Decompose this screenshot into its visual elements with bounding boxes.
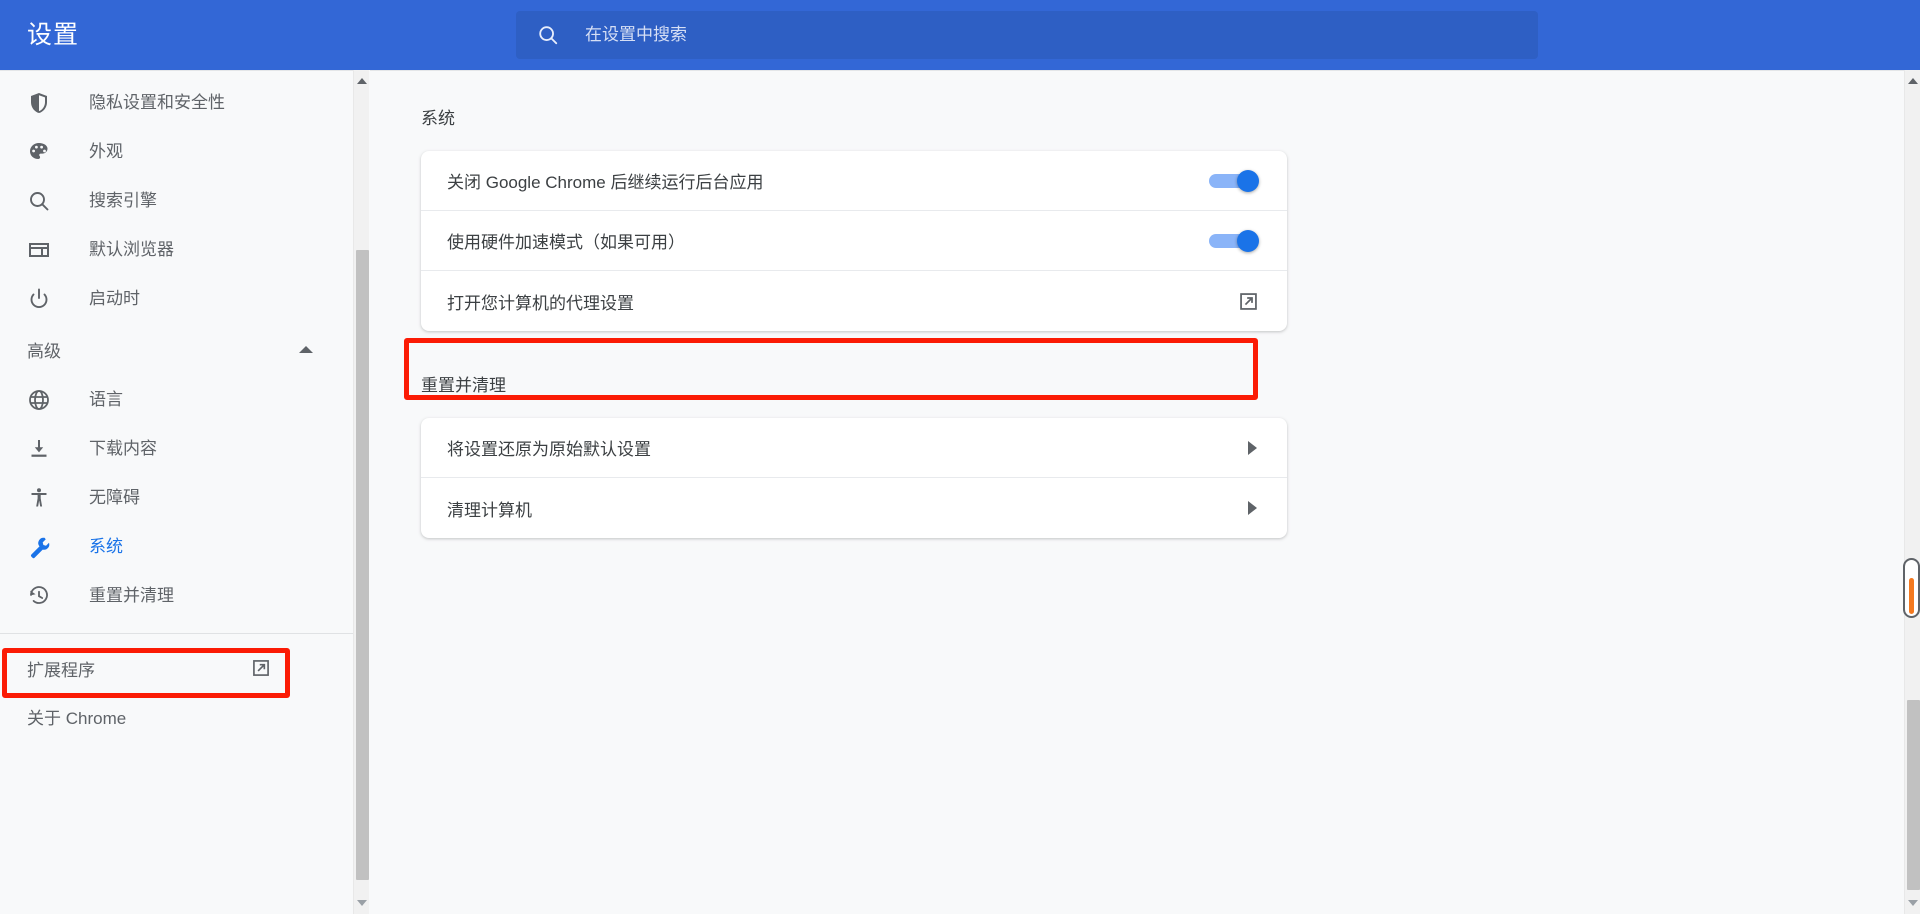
sidebar-item-label: 关于 Chrome — [27, 708, 127, 728]
page-scrollbar[interactable] — [1904, 70, 1920, 914]
sidebar-item-default-browser[interactable]: 默认浏览器 — [0, 225, 353, 274]
sidebar-item-label: 无障碍 — [89, 488, 140, 507]
scroll-down-arrow-icon[interactable] — [1908, 900, 1918, 906]
restore-history-icon — [27, 584, 51, 608]
sidebar-item-appearance[interactable]: 外观 — [0, 127, 353, 176]
row-restore-defaults[interactable]: 将设置还原为原始默认设置 — [421, 418, 1287, 478]
top-bar: 设置 — [0, 0, 1920, 70]
globe-icon — [27, 388, 51, 412]
settings-main-content: 系统 关闭 Google Chrome 后继续运行后台应用 使用硬件加速模式（如… — [370, 70, 1904, 914]
power-icon — [27, 287, 51, 311]
sidebar-item-label: 下载内容 — [89, 439, 157, 458]
accessibility-icon — [27, 486, 51, 510]
download-icon — [27, 437, 51, 461]
sidebar-item-languages[interactable]: 语言 — [0, 375, 353, 424]
sidebar-item-search-engine[interactable]: 搜索引擎 — [0, 176, 353, 225]
sidebar-scrollbar[interactable] — [353, 70, 369, 914]
external-link-icon[interactable] — [1238, 291, 1259, 312]
sidebar-item-accessibility[interactable]: 无障碍 — [0, 473, 353, 522]
section-title-reset-cleanup: 重置并清理 — [421, 376, 506, 395]
scroll-position-marker-fill — [1909, 578, 1914, 614]
row-label: 使用硬件加速模式（如果可用） — [447, 233, 685, 252]
row-label: 清理计算机 — [447, 500, 532, 520]
reset-cleanup-card: 将设置还原为原始默认设置 清理计算机 — [421, 418, 1287, 538]
sidebar-item-privacy-security[interactable]: 隐私设置和安全性 — [0, 78, 353, 127]
row-label: 将设置还原为原始默认设置 — [447, 440, 651, 459]
chevron-up-icon[interactable] — [299, 345, 313, 353]
sidebar-item-label: 扩展程序 — [27, 660, 95, 680]
system-settings-card: 关闭 Google Chrome 后继续运行后台应用 使用硬件加速模式（如果可用… — [421, 151, 1287, 331]
chrome-settings-window: 设置 隐私设置和安全性 — [0, 0, 1920, 914]
toggle-knob — [1237, 169, 1259, 192]
row-label: 关闭 Google Chrome 后继续运行后台应用 — [447, 173, 764, 192]
search-input[interactable] — [585, 20, 1485, 50]
row-label: 打开您计算机的代理设置 — [447, 293, 634, 313]
browser-window-icon — [27, 238, 51, 262]
sidebar-item-label: 外观 — [89, 142, 123, 161]
sidebar-item-on-startup[interactable]: 启动时 — [0, 274, 353, 323]
sidebar-item-label: 隐私设置和安全性 — [89, 93, 225, 112]
shield-icon — [27, 91, 51, 115]
row-open-proxy-settings[interactable]: 打开您计算机的代理设置 — [421, 271, 1287, 331]
sidebar-item-label: 默认浏览器 — [89, 240, 174, 259]
row-hardware-acceleration[interactable]: 使用硬件加速模式（如果可用） — [421, 211, 1287, 271]
toggle-background-apps[interactable] — [1209, 169, 1259, 192]
sidebar-item-about-chrome[interactable]: 关于 Chrome — [0, 692, 353, 740]
search-icon — [27, 189, 51, 213]
external-link-icon[interactable] — [251, 658, 271, 678]
sidebar-item-label: 搜索引擎 — [89, 191, 157, 210]
sidebar-section-advanced[interactable]: 高级 — [0, 323, 353, 375]
sidebar-item-system[interactable]: 系统 — [0, 522, 353, 571]
scroll-up-arrow-icon[interactable] — [1908, 78, 1918, 84]
page-title: 设置 — [27, 20, 80, 49]
row-background-apps[interactable]: 关闭 Google Chrome 后继续运行后台应用 — [421, 151, 1287, 211]
section-title-system: 系统 — [421, 109, 455, 128]
chevron-right-icon[interactable] — [1248, 440, 1257, 455]
sidebar-scrollbar-thumb[interactable] — [356, 250, 369, 880]
sidebar-section-label: 高级 — [27, 341, 61, 361]
settings-search-box[interactable] — [516, 11, 1538, 59]
sidebar-item-label: 启动时 — [89, 289, 140, 308]
sidebar-item-label: 语言 — [89, 390, 123, 409]
palette-icon — [27, 140, 51, 164]
scroll-position-marker — [1903, 558, 1920, 618]
page-scrollbar-thumb[interactable] — [1907, 700, 1920, 890]
settings-sidebar: 隐私设置和安全性 外观 搜索引擎 默认浏览器 启动时 高级 语言 下载内容 无障… — [0, 70, 353, 914]
sidebar-item-label: 重置并清理 — [89, 586, 174, 605]
toggle-knob — [1237, 229, 1259, 252]
sidebar-item-label: 系统 — [89, 537, 123, 556]
sidebar-item-downloads[interactable]: 下载内容 — [0, 424, 353, 473]
scroll-up-arrow-icon[interactable] — [357, 78, 367, 84]
row-clean-computer[interactable]: 清理计算机 — [421, 478, 1287, 538]
scroll-down-arrow-icon[interactable] — [357, 900, 367, 906]
sidebar-item-reset-cleanup[interactable]: 重置并清理 — [0, 571, 353, 620]
chevron-right-icon[interactable] — [1248, 501, 1257, 515]
search-icon — [537, 24, 559, 46]
wrench-icon — [27, 535, 51, 559]
sidebar-item-extensions[interactable]: 扩展程序 — [0, 644, 353, 692]
sidebar-divider — [0, 633, 353, 634]
toggle-hardware-acceleration[interactable] — [1209, 229, 1259, 252]
